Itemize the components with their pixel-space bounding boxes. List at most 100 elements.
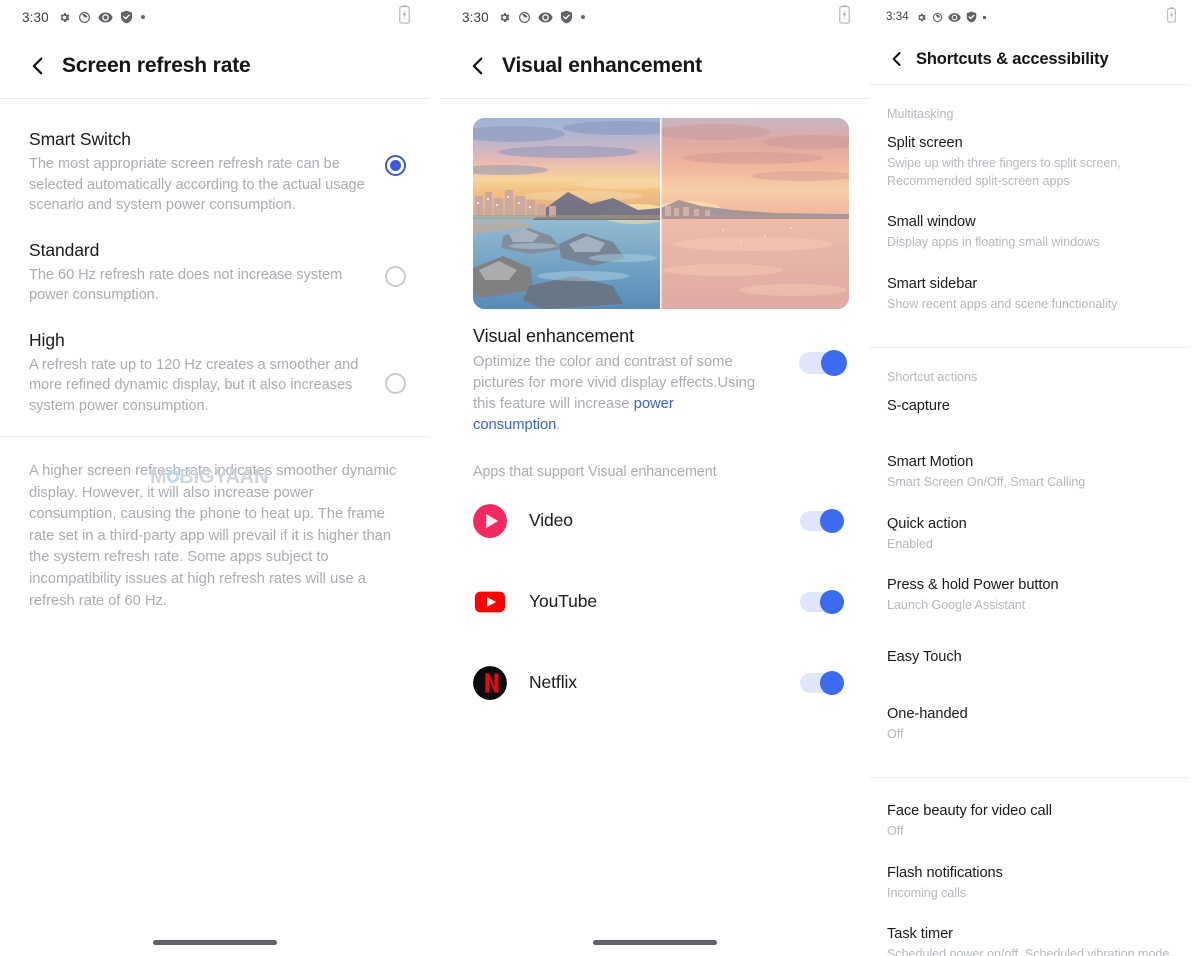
dot-icon (140, 14, 146, 20)
setting-title: One-handed (887, 705, 968, 722)
dot-icon (982, 15, 987, 20)
option-description: A refresh rate up to 120 Hz creates a sm… (29, 356, 359, 414)
option-title: High (29, 329, 65, 350)
app-row-youtube[interactable]: YouTube (440, 561, 870, 642)
feature-description: Optimize the color and contrast of some … (473, 352, 761, 436)
battery-charging-icon (839, 5, 850, 29)
back-icon[interactable] (467, 55, 489, 77)
feature-description-tail: . (556, 417, 561, 433)
setting-subtitle: Display apps in floating small windows (887, 235, 1100, 249)
shield-check-icon (966, 11, 977, 23)
status-bar: 3:30 (440, 0, 870, 34)
setting-subtitle: Show recent apps and scene functionality (887, 296, 1118, 311)
setting-row-power-button[interactable]: Press & hold Power button Launch Google … (870, 575, 1190, 647)
setting-title: Smart Motion (887, 454, 974, 470)
moon-icon (932, 12, 943, 23)
setting-title: Face beauty for video call (887, 803, 1052, 819)
eye-icon (948, 12, 961, 23)
setting-row-one-handed[interactable]: One-handed Off (870, 704, 1190, 774)
phone-screen-visual-enhancement: 3:30 Visual enhancement Visual enhanceme… (440, 0, 870, 956)
gear-icon (916, 12, 927, 23)
radio-high[interactable] (385, 372, 406, 394)
youtube-icon (473, 584, 507, 619)
setting-row-small-window[interactable]: Small window Display apps in floating sm… (870, 212, 1190, 274)
app-bar: Screen refresh rate (0, 34, 430, 98)
setting-row-smart-motion[interactable]: Smart Motion Smart Screen On/Off, Smart … (870, 452, 1190, 514)
setting-title: Press & hold Power button (887, 577, 1059, 593)
option-title: Smart Switch (29, 129, 131, 149)
setting-subtitle: Off (887, 824, 904, 838)
phone-screen-screen-refresh-rate: 3:30 Screen refresh rate Smart Switch Th… (0, 0, 430, 956)
setting-row-flash-notifications[interactable]: Flash notifications Incoming calls (870, 863, 1190, 925)
app-row-video[interactable]: Video (440, 480, 870, 561)
setting-row-face-beauty[interactable]: Face beauty for video call Off (870, 778, 1190, 863)
radio-smart-switch[interactable] (385, 155, 406, 176)
setting-title: Flash notifications (887, 864, 1003, 881)
option-row-smart-switch[interactable]: Smart Switch The most appropriate screen… (0, 117, 430, 228)
option-row-standard[interactable]: Standard The 60 Hz refresh rate does not… (0, 228, 430, 318)
app-switch-netflix[interactable] (800, 670, 844, 695)
refresh-rate-footnote: A higher screen refresh rate indicates s… (29, 463, 397, 609)
app-bar: Visual enhancement (440, 34, 870, 98)
group-label-shortcut-actions: Shortcut actions (887, 370, 978, 384)
shield-check-icon (560, 10, 573, 24)
back-icon[interactable] (27, 55, 49, 77)
visual-enhancement-toggle-row[interactable]: Visual enhancement Optimize the color an… (440, 309, 870, 436)
dot-icon (580, 14, 586, 20)
app-bar: Shortcuts & accessibility (870, 34, 1190, 84)
radio-standard[interactable] (385, 265, 406, 287)
setting-subtitle: Enabled (887, 536, 933, 551)
gesture-bar[interactable] (593, 940, 717, 945)
option-text: High A refresh rate up to 120 Hz creates… (29, 330, 385, 417)
app-switch-video[interactable] (800, 508, 844, 533)
option-row-high[interactable]: High A refresh rate up to 120 Hz creates… (0, 318, 430, 429)
app-switch-youtube[interactable] (800, 589, 844, 614)
setting-subtitle: Off (887, 726, 904, 741)
status-bar: 3:34 (870, 0, 1190, 34)
setting-row-split-screen[interactable]: Split screen Swipe up with three fingers… (870, 133, 1190, 212)
gear-icon (58, 11, 71, 24)
option-text: Smart Switch The most appropriate screen… (29, 129, 385, 216)
back-icon[interactable] (888, 50, 906, 68)
page-title: Shortcuts & accessibility (916, 49, 1109, 68)
status-clock: 3:30 (22, 9, 49, 25)
screenshot-triptych: 3:30 Screen refresh rate Smart Switch Th… (0, 0, 1200, 956)
app-row-netflix[interactable]: Netflix (440, 642, 870, 723)
gesture-bar[interactable] (153, 940, 277, 945)
setting-row-smart-sidebar[interactable]: Smart sidebar Show recent apps and scene… (870, 274, 1190, 344)
option-title: Standard (29, 239, 100, 260)
panel-gap (430, 0, 440, 956)
visual-enhancement-switch[interactable] (799, 350, 847, 376)
phone-screen-shortcuts-accessibility: 3:34 Shortcuts & accessibility Multitask… (870, 0, 1190, 956)
setting-title: Split screen (887, 135, 963, 151)
app-name: Video (529, 510, 573, 530)
battery-charging-icon (1167, 6, 1176, 28)
setting-row-task-timer[interactable]: Task timer Scheduled power on/off, Sched… (870, 924, 1190, 956)
app-name: YouTube (529, 591, 598, 611)
setting-title: Smart sidebar (887, 275, 978, 292)
moon-icon (518, 11, 531, 24)
setting-row-s-capture[interactable]: S-capture (870, 396, 1190, 452)
setting-row-quick-action[interactable]: Quick action Enabled (870, 514, 1190, 576)
feature-description-text: Optimize the color and contrast of some … (473, 354, 756, 412)
setting-subtitle: Smart Screen On/Off, Smart Calling (887, 475, 1086, 489)
eye-icon (98, 11, 113, 24)
feature-text: Visual enhancement Optimize the color an… (473, 326, 799, 436)
supported-apps-label: Apps that support Visual enhancement (473, 464, 717, 480)
option-description: The most appropriate screen refresh rate… (29, 156, 365, 213)
setting-subtitle: Incoming calls (887, 885, 967, 900)
netflix-icon (473, 665, 507, 700)
battery-charging-icon (399, 5, 410, 29)
status-clock: 3:30 (462, 9, 489, 25)
setting-subtitle: Launch Google Assistant (887, 598, 1026, 612)
setting-subtitle: Swipe up with three fingers to split scr… (887, 156, 1121, 188)
setting-title: Task timer (887, 926, 953, 942)
setting-row-easy-touch[interactable]: Easy Touch (870, 647, 1190, 704)
gear-icon (498, 11, 511, 24)
setting-title: Easy Touch (887, 648, 962, 665)
refresh-rate-option-list: Smart Switch The most appropriate screen… (0, 99, 430, 428)
app-name: Netflix (529, 672, 577, 692)
moon-icon (78, 11, 91, 24)
status-clock: 3:34 (886, 11, 909, 23)
setting-subtitle: Scheduled power on/off, Scheduled vibrat… (887, 947, 1170, 956)
